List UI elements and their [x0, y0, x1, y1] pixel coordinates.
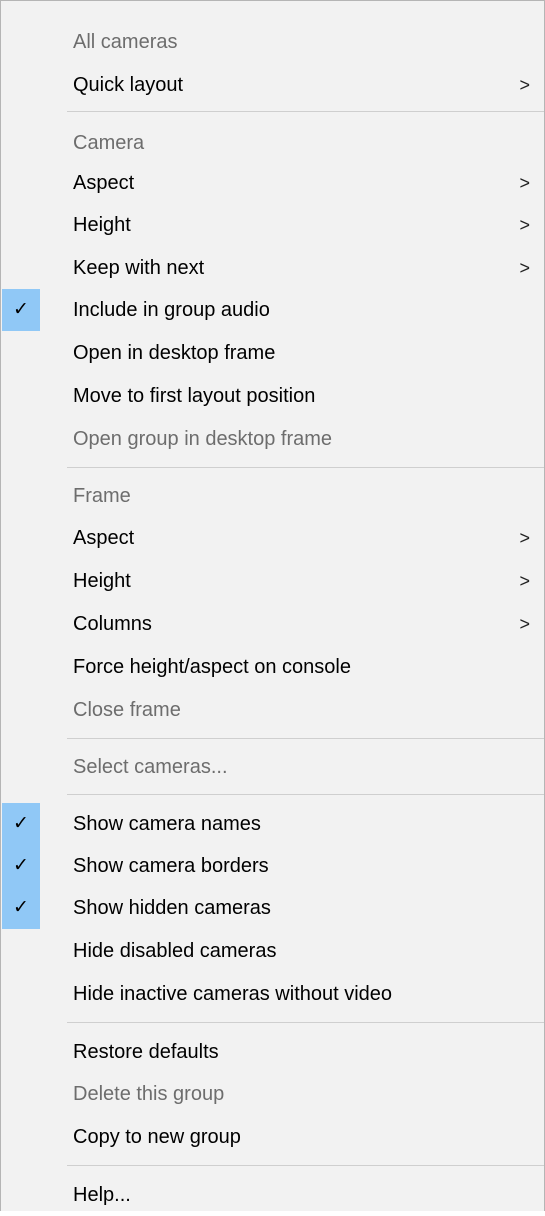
menu-item-frame-aspect[interactable]: Aspect > — [1, 517, 544, 559]
header-camera-label: Camera — [73, 132, 145, 154]
header-all-cameras-label: All cameras — [73, 31, 178, 53]
checkmark-icon: ✓ — [13, 855, 29, 876]
menu-item-open-group-desktop-frame: Open group in desktop frame — [1, 418, 544, 460]
menu-item-show-camera-names-label: Show camera names — [73, 813, 261, 835]
menu-item-show-hidden-cameras-label: Show hidden cameras — [73, 897, 271, 919]
menu-item-close-frame: Close frame — [1, 689, 544, 731]
separator — [67, 1165, 544, 1166]
checkmark-icon: ✓ — [13, 897, 29, 918]
chevron-right-icon: > — [519, 75, 530, 95]
menu-item-hide-disabled-cameras-label: Hide disabled cameras — [73, 940, 277, 962]
header-frame-label: Frame — [73, 485, 131, 507]
chevron-right-icon: > — [519, 215, 530, 235]
menu-item-columns[interactable]: Columns > — [1, 603, 544, 645]
menu-item-select-cameras: Select cameras... — [1, 746, 544, 788]
menu-item-camera-aspect[interactable]: Aspect > — [1, 162, 544, 204]
menu-item-show-camera-borders[interactable]: ✓ Show camera borders — [1, 845, 544, 887]
menu-item-frame-aspect-label: Aspect — [73, 527, 135, 549]
checkmark-highlight: ✓ — [2, 845, 40, 887]
chevron-right-icon: > — [519, 571, 530, 591]
menu-item-camera-aspect-label: Aspect — [73, 172, 135, 194]
chevron-right-icon: > — [519, 173, 530, 193]
checkmark-highlight: ✓ — [2, 887, 40, 929]
menu-item-columns-label: Columns — [73, 613, 152, 635]
menu-item-show-hidden-cameras[interactable]: ✓ Show hidden cameras — [1, 887, 544, 929]
menu-item-open-desktop-frame-label: Open in desktop frame — [73, 342, 276, 364]
menu-item-force-height-aspect-label: Force height/aspect on console — [73, 656, 351, 678]
chevron-right-icon: > — [519, 528, 530, 548]
header-all-cameras: All cameras — [1, 21, 544, 63]
menu-item-hide-inactive-cameras-label: Hide inactive cameras without video — [73, 983, 393, 1005]
separator — [67, 738, 544, 739]
menu-item-copy-new-group[interactable]: Copy to new group — [1, 1116, 544, 1158]
separator — [67, 111, 544, 112]
menu-item-restore-defaults[interactable]: Restore defaults — [1, 1031, 544, 1073]
header-frame: Frame — [1, 475, 544, 517]
checkmark-icon: ✓ — [13, 299, 29, 320]
context-menu: All cameras Quick layout > Camera Aspect… — [0, 0, 545, 1211]
menu-item-open-desktop-frame[interactable]: Open in desktop frame — [1, 332, 544, 374]
menu-item-move-first-layout[interactable]: Move to first layout position — [1, 375, 544, 417]
menu-item-delete-group: Delete this group — [1, 1073, 544, 1115]
checkmark-highlight: ✓ — [2, 289, 40, 331]
menu-item-hide-inactive-cameras[interactable]: Hide inactive cameras without video — [1, 973, 544, 1015]
menu-item-open-group-desktop-frame-label: Open group in desktop frame — [73, 428, 333, 450]
menu-item-show-camera-borders-label: Show camera borders — [73, 855, 269, 877]
menu-item-include-group-audio[interactable]: ✓ Include in group audio — [1, 289, 544, 331]
menu-item-hide-disabled-cameras[interactable]: Hide disabled cameras — [1, 930, 544, 972]
menu-item-restore-defaults-label: Restore defaults — [73, 1041, 219, 1063]
chevron-right-icon: > — [519, 614, 530, 634]
menu-item-show-camera-names[interactable]: ✓ Show camera names — [1, 803, 544, 845]
menu-item-help-label: Help... — [73, 1184, 131, 1206]
checkmark-highlight: ✓ — [2, 803, 40, 845]
menu-item-frame-height-label: Height — [73, 570, 131, 592]
menu-item-camera-height[interactable]: Height > — [1, 204, 544, 246]
menu-item-quick-layout-label: Quick layout — [73, 74, 184, 96]
separator — [67, 467, 544, 468]
chevron-right-icon: > — [519, 258, 530, 278]
header-camera: Camera — [1, 122, 544, 164]
menu-item-help[interactable]: Help... — [1, 1174, 544, 1216]
menu-item-frame-height[interactable]: Height > — [1, 560, 544, 602]
menu-item-camera-height-label: Height — [73, 214, 131, 236]
separator — [67, 794, 544, 795]
menu-item-force-height-aspect[interactable]: Force height/aspect on console — [1, 646, 544, 688]
menu-item-include-group-audio-label: Include in group audio — [73, 299, 270, 321]
menu-item-delete-group-label: Delete this group — [73, 1083, 225, 1105]
menu-item-select-cameras-label: Select cameras... — [73, 756, 228, 778]
menu-item-move-first-layout-label: Move to first layout position — [73, 385, 316, 407]
menu-item-keep-with-next[interactable]: Keep with next > — [1, 247, 544, 289]
menu-item-keep-with-next-label: Keep with next — [73, 257, 205, 279]
menu-item-copy-new-group-label: Copy to new group — [73, 1126, 241, 1148]
checkmark-icon: ✓ — [13, 813, 29, 834]
separator — [67, 1022, 544, 1023]
menu-item-close-frame-label: Close frame — [73, 699, 181, 721]
menu-item-quick-layout[interactable]: Quick layout > — [1, 64, 544, 106]
